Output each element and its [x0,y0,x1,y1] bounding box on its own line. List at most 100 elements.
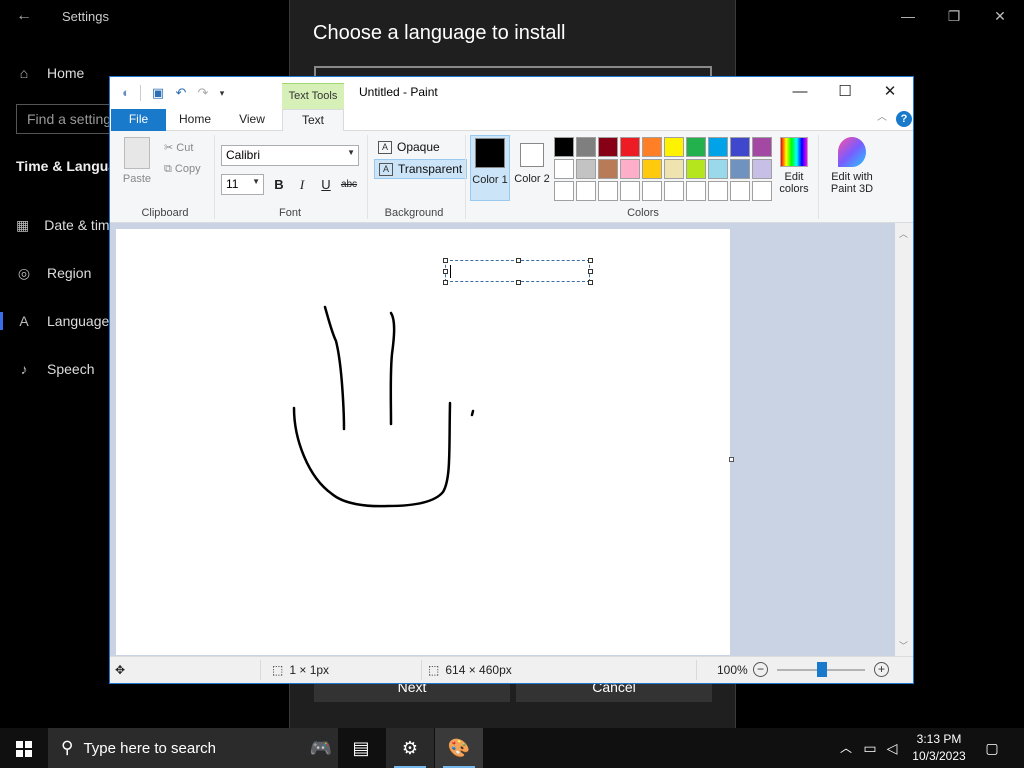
bold-button[interactable]: B [269,176,289,194]
color2-button[interactable]: Color 2 [512,135,552,201]
show-hidden-icons-icon[interactable]: ︿ [836,728,856,768]
palette-swatch[interactable] [686,159,706,179]
redo-icon[interactable]: ↷ [195,85,211,101]
palette-swatch[interactable] [642,181,662,201]
palette-swatch[interactable] [686,181,706,201]
transparent-option[interactable]: A Transparent [374,159,468,179]
palette-swatch[interactable] [576,137,596,157]
save-icon[interactable]: ▣ [150,85,166,101]
network-icon[interactable]: ▭ [860,728,880,768]
resize-handle[interactable] [443,280,448,285]
collapse-ribbon-icon[interactable]: ︿ [875,111,889,125]
palette-swatch[interactable] [708,137,728,157]
zoom-out-icon[interactable]: − [753,662,768,677]
palette-swatch[interactable] [664,181,684,201]
text-box-selection[interactable] [443,258,593,285]
opaque-label: Opaque [397,140,440,154]
palette-swatch[interactable] [554,159,574,179]
edit-with-paint3d-button[interactable]: Edit with Paint 3D [824,135,880,195]
palette-swatch[interactable] [752,159,772,179]
palette-swatch[interactable] [664,137,684,157]
palette-swatch[interactable] [554,137,574,157]
back-arrow-icon[interactable]: ← [14,6,34,26]
nav-item-speech[interactable]: ♪ Speech [0,352,110,386]
nav-item-region[interactable]: ◎ Region [0,256,110,290]
palette-swatch[interactable] [730,137,750,157]
task-view-icon[interactable]: ▤ [337,728,385,768]
opaque-option[interactable]: A Opaque [374,137,444,157]
palette-swatch[interactable] [620,181,640,201]
palette-swatch[interactable] [730,159,750,179]
tab-text[interactable]: Text [282,109,344,132]
cut-button[interactable]: ✂ Cut [164,141,193,154]
palette-swatch[interactable] [598,159,618,179]
canvas-resize-handle[interactable] [729,457,734,462]
edit-colors-button[interactable]: Edit colors [774,135,814,195]
taskbar-search-input[interactable]: ⚲ Type here to search 🎮 [48,728,338,768]
settings-search-input[interactable]: Find a setting [16,104,116,134]
palette-swatch[interactable] [730,181,750,201]
palette-swatch[interactable] [752,181,772,201]
scroll-up-icon[interactable]: ︿ [899,227,908,240]
palette-swatch[interactable] [708,159,728,179]
tab-file[interactable]: File [111,109,166,131]
palette-swatch[interactable] [576,159,596,179]
scroll-down-icon[interactable]: ﹀ [899,639,908,652]
minimize-icon[interactable]: — [896,6,920,26]
close-icon[interactable]: ✕ [867,81,913,103]
restore-icon[interactable]: ❐ [942,6,966,26]
tab-home[interactable]: Home [170,109,220,131]
clock[interactable]: 3:13 PM 10/3/2023 [906,731,972,765]
palette-swatch[interactable] [598,181,618,201]
palette-swatch[interactable] [708,181,728,201]
resize-handle[interactable] [588,280,593,285]
help-icon[interactable]: ? [896,111,912,127]
start-button[interactable] [0,728,48,768]
palette-swatch[interactable] [752,137,772,157]
color1-button[interactable]: Color 1 [470,135,510,201]
tab-view[interactable]: View [228,109,276,131]
undo-icon[interactable]: ↶ [173,85,189,101]
maximize-icon[interactable]: ☐ [822,81,868,103]
drawing-canvas[interactable] [116,229,730,655]
notifications-icon[interactable]: ▢ [980,728,1004,768]
resize-handle[interactable] [443,258,448,263]
palette-swatch[interactable] [598,137,618,157]
italic-button[interactable]: I [292,176,312,194]
nav-item-date-time[interactable]: ▦ Date & time [0,208,117,242]
zoom-in-icon[interactable]: + [874,662,889,677]
resize-handle[interactable] [443,269,448,274]
separator [140,85,141,101]
palette-swatch[interactable] [576,181,596,201]
vertical-scrollbar[interactable]: ︿ ﹀ [895,223,913,656]
nav-item-language[interactable]: A Language [0,304,110,338]
paint-app-icon[interactable]: ◐ [118,85,134,101]
palette-swatch[interactable] [642,137,662,157]
resize-handle[interactable] [516,258,521,263]
settings-taskbar-icon[interactable]: ⚙ [386,728,434,768]
font-family-select[interactable]: Calibri ▼ [221,145,359,166]
cut-label: Cut [176,142,194,154]
palette-swatch[interactable] [642,159,662,179]
palette-swatch[interactable] [620,159,640,179]
color-spectrum-icon [780,137,808,167]
copy-button[interactable]: ⧉ Copy [164,163,201,176]
underline-button[interactable]: U [316,176,336,194]
customize-quick-access-icon[interactable]: ▾ [214,85,230,101]
resize-handle[interactable] [516,280,521,285]
paint-taskbar-icon[interactable]: 🎨 [435,728,483,768]
zoom-slider-thumb[interactable] [817,662,827,677]
font-size-select[interactable]: 11 ▼ [221,174,264,195]
resize-handle[interactable] [588,269,593,274]
palette-swatch[interactable] [664,159,684,179]
palette-swatch[interactable] [686,137,706,157]
nav-item-home[interactable]: ⌂ Home [0,56,110,90]
strikethrough-button[interactable]: abc [339,176,359,194]
paste-button[interactable]: Paste [122,137,152,185]
minimize-icon[interactable]: — [777,81,823,103]
palette-swatch[interactable] [554,181,574,201]
close-icon[interactable]: ✕ [988,6,1012,26]
resize-handle[interactable] [588,258,593,263]
palette-swatch[interactable] [620,137,640,157]
volume-muted-icon[interactable]: ◁ [882,728,902,768]
